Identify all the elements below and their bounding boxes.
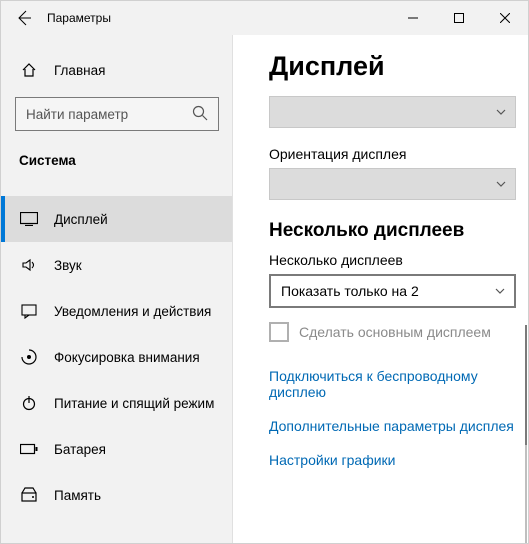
- nav-label: Питание и спящий режим: [54, 396, 214, 411]
- dropdown-generic[interactable]: [269, 96, 516, 128]
- nav-item-storage[interactable]: Память: [1, 472, 232, 518]
- nav-item-display[interactable]: Дисплей: [1, 196, 232, 242]
- display-icon: [20, 212, 38, 226]
- minimize-button[interactable]: [390, 1, 436, 35]
- category-heading: Система: [1, 141, 232, 180]
- nav-label: Звук: [54, 258, 82, 273]
- window-title: Параметры: [47, 11, 111, 25]
- nav-item-sound[interactable]: Звук: [1, 242, 232, 288]
- nav-label: Дисплей: [54, 212, 108, 227]
- link-graphics-settings[interactable]: Настройки графики: [269, 452, 520, 468]
- storage-icon: [20, 487, 38, 503]
- nav-item-focus[interactable]: Фокусировка внимания: [1, 334, 232, 380]
- dropdown-value: Показать только на 2: [281, 283, 419, 299]
- nav-item-notifications[interactable]: Уведомления и действия: [1, 288, 232, 334]
- nav-list: Дисплей Звук Уведомления и действия Фоку…: [1, 196, 232, 518]
- chevron-down-icon: [494, 285, 506, 297]
- nav-label: Батарея: [54, 442, 106, 457]
- battery-icon: [20, 443, 38, 455]
- notifications-icon: [20, 303, 38, 319]
- chevron-down-icon: [495, 106, 507, 118]
- nav-label: Фокусировка внимания: [54, 350, 200, 365]
- link-advanced-display[interactable]: Дополнительные параметры дисплея: [269, 418, 520, 434]
- back-button[interactable]: [1, 1, 47, 35]
- main-panel: Дисплей Ориентация дисплея Несколько дис…: [233, 35, 528, 543]
- power-icon: [20, 395, 38, 411]
- make-main-display-checkbox: Сделать основным дисплеем: [269, 322, 520, 342]
- checkbox-box: [269, 322, 289, 342]
- search-input[interactable]: [15, 97, 219, 131]
- checkbox-label: Сделать основным дисплеем: [299, 324, 491, 340]
- search-icon: [192, 105, 208, 121]
- close-icon: [500, 13, 510, 23]
- nav-item-power[interactable]: Питание и спящий режим: [1, 380, 232, 426]
- chevron-down-icon: [495, 178, 507, 190]
- focus-icon: [20, 349, 38, 365]
- scrollbar-thumb[interactable]: [525, 325, 527, 445]
- multiple-displays-label: Несколько дисплеев: [269, 252, 520, 268]
- scrollbar-vertical[interactable]: [525, 325, 527, 543]
- sound-icon: [20, 257, 38, 273]
- home-item[interactable]: Главная: [1, 49, 232, 91]
- dropdown-orientation[interactable]: [269, 168, 516, 200]
- search-field[interactable]: [16, 107, 186, 122]
- nav-label: Память: [54, 488, 101, 503]
- minimize-icon: [408, 13, 418, 23]
- home-icon: [20, 62, 38, 78]
- titlebar: Параметры: [1, 1, 528, 35]
- sidebar: Главная Система Дисплей Звук: [1, 35, 233, 543]
- nav-item-battery[interactable]: Батарея: [1, 426, 232, 472]
- page-heading: Дисплей: [269, 51, 520, 82]
- dropdown-multiple-displays[interactable]: Показать только на 2: [269, 274, 516, 308]
- nav-label: Уведомления и действия: [54, 304, 211, 319]
- home-label: Главная: [54, 63, 105, 78]
- orientation-label: Ориентация дисплея: [269, 146, 520, 162]
- maximize-button[interactable]: [436, 1, 482, 35]
- section-multiple-displays: Несколько дисплеев: [269, 220, 520, 242]
- maximize-icon: [454, 13, 464, 23]
- close-button[interactable]: [482, 1, 528, 35]
- arrow-left-icon: [16, 10, 32, 26]
- link-wireless-display[interactable]: Подключиться к беспроводному дисплею: [269, 368, 520, 400]
